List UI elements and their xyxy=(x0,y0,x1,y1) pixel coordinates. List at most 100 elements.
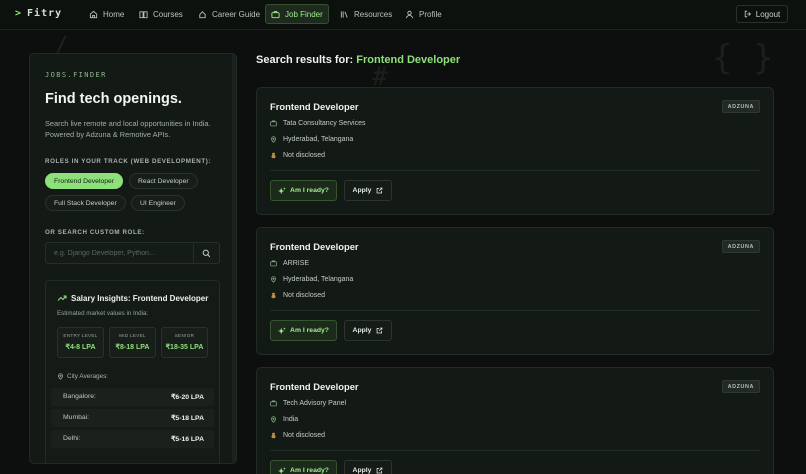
job-company-name: ARRISE xyxy=(283,260,310,267)
job-company: Tech Advisory Panel xyxy=(270,400,346,407)
am-i-ready-label: Am I ready? xyxy=(290,467,329,474)
role-chip-full-stack-developer[interactable]: Full Stack Developer xyxy=(45,195,126,211)
city-row-mumbai: Mumbai: ₹5-18 LPA xyxy=(51,409,214,427)
panel-heading: Find tech openings. xyxy=(45,91,182,107)
job-salary-text: Not disclosed xyxy=(283,432,326,439)
nav-job-finder-label: Job Finder xyxy=(285,9,323,19)
job-source-badge: ADZUNA xyxy=(721,380,760,393)
salary-level-entry: ENTRY LEVEL ₹4-8 LPA xyxy=(57,327,104,358)
book-icon xyxy=(139,10,148,18)
search-button[interactable] xyxy=(193,243,219,263)
job-salary: Not disclosed xyxy=(270,292,325,299)
apply-label: Apply xyxy=(352,467,372,474)
city-name: Delhi: xyxy=(63,435,81,442)
role-chip-frontend-developer[interactable]: Frontend Developer xyxy=(45,173,124,189)
panel-description: Search live remote and local opportuniti… xyxy=(45,119,211,139)
role-chip-react-developer[interactable]: React Developer xyxy=(129,173,198,189)
nav-career-guide-label: Career Guide xyxy=(212,9,261,19)
nav-courses-label: Courses xyxy=(153,9,183,19)
city-name: Bangalore: xyxy=(63,393,96,400)
card-divider xyxy=(270,310,760,311)
salary-level-senior: SENIOR ₹18-35 LPA xyxy=(161,327,208,358)
search-icon xyxy=(202,249,211,257)
building-icon xyxy=(270,120,277,127)
trending-up-icon xyxy=(57,295,67,301)
salary-insights-title-text: Salary Insights: Frontend Developer xyxy=(71,293,209,303)
home-icon xyxy=(89,10,98,18)
city-salary: ₹5-18 LPA xyxy=(171,415,204,422)
salary-level-value: ₹4-8 LPA xyxy=(65,344,96,351)
nav-job-finder[interactable]: Job Finder xyxy=(265,4,329,24)
panel-eyebrow: JOBS.FINDER xyxy=(45,71,107,79)
city-row-delhi: Delhi: ₹5-16 LPA xyxy=(51,430,214,448)
money-bag-icon xyxy=(271,292,276,299)
apply-button[interactable]: Apply xyxy=(344,180,392,201)
job-title: Frontend Developer xyxy=(270,101,359,112)
user-icon xyxy=(405,10,414,18)
apply-label: Apply xyxy=(352,327,372,334)
results-query: Frontend Developer xyxy=(356,54,461,66)
roles-label: ROLES IN YOUR TRACK (WEB DEVELOPMENT): xyxy=(45,158,212,165)
nav-home[interactable]: Home xyxy=(84,4,129,24)
custom-role-input[interactable] xyxy=(46,243,194,263)
results-heading: Search results for: Frontend Developer xyxy=(256,54,460,66)
city-row-bangalore: Bangalore: ₹6-20 LPA xyxy=(51,388,214,406)
job-card: Frontend Developer ADZUNA ARRISE Hyderab… xyxy=(256,227,774,355)
custom-role-label: OR SEARCH CUSTOM ROLE: xyxy=(45,229,145,236)
salary-level-label: SENIOR xyxy=(174,333,195,338)
apply-button[interactable]: Apply xyxy=(344,320,392,341)
salary-insights-card: Salary Insights: Frontend Developer Esti… xyxy=(45,280,220,463)
logout-button[interactable]: Logout xyxy=(736,5,788,23)
nav-courses[interactable]: Courses xyxy=(134,4,188,24)
nav-resources[interactable]: Resources xyxy=(335,4,397,24)
job-source-badge: ADZUNA xyxy=(721,240,760,253)
nav-career-guide[interactable]: Career Guide xyxy=(193,4,265,24)
results-prefix: Search results for: xyxy=(256,54,354,66)
job-location: Hyderabad, Telangana xyxy=(270,136,353,143)
panel-scrollbar[interactable] xyxy=(232,54,236,463)
nav-home-label: Home xyxy=(103,9,125,19)
role-chip-ui-engineer[interactable]: UI Engineer xyxy=(131,195,185,211)
city-averages-heading: City Averages: xyxy=(57,373,108,380)
nav-profile[interactable]: Profile xyxy=(400,4,447,24)
salary-level-value: ₹18-35 LPA xyxy=(165,344,204,351)
apply-button[interactable]: Apply xyxy=(344,460,392,474)
briefcase-icon xyxy=(271,10,280,18)
job-location-text: Hyderabad, Telangana xyxy=(283,136,354,143)
library-icon xyxy=(340,10,348,18)
salary-insights-subtitle: Estimated market values in India: xyxy=(57,310,149,317)
job-location-text: Hyderabad, Telangana xyxy=(283,276,354,283)
job-company-name: Tata Consultancy Services xyxy=(283,120,366,127)
logout-label: Logout xyxy=(755,9,781,19)
city-name: Mumbai: xyxy=(63,414,90,421)
apply-label: Apply xyxy=(352,187,372,194)
top-navbar: > Fitry Home Courses Career Guide Job Fin… xyxy=(0,0,806,30)
salary-insights-title: Salary Insights: Frontend Developer xyxy=(57,293,208,303)
job-salary-text: Not disclosed xyxy=(283,152,326,159)
job-company: ARRISE xyxy=(270,260,309,267)
job-card: Frontend Developer ADZUNA Tech Advisory … xyxy=(256,367,774,474)
app-logo[interactable]: > Fitry xyxy=(15,8,62,19)
sparkles-icon xyxy=(278,466,286,474)
job-company-name: Tech Advisory Panel xyxy=(283,400,347,407)
job-salary: Not disclosed xyxy=(270,432,325,439)
job-company: Tata Consultancy Services xyxy=(270,120,365,127)
sparkles-icon xyxy=(278,186,286,194)
am-i-ready-button[interactable]: Am I ready? xyxy=(270,460,337,474)
background-brace-decoration: { } xyxy=(712,38,774,78)
city-salary: ₹5-16 LPA xyxy=(171,436,204,443)
am-i-ready-button[interactable]: Am I ready? xyxy=(270,320,337,341)
salary-level-mid: MID LEVEL ₹8-18 LPA xyxy=(109,327,156,358)
salary-level-label: ENTRY LEVEL xyxy=(63,333,98,338)
job-location: Hyderabad, Telangana xyxy=(270,276,353,283)
map-pin-icon xyxy=(271,276,276,283)
external-link-icon xyxy=(377,327,383,334)
job-location-text: India xyxy=(283,416,299,423)
external-link-icon xyxy=(377,187,383,194)
job-title: Frontend Developer xyxy=(270,241,359,252)
building-icon xyxy=(270,400,277,407)
am-i-ready-button[interactable]: Am I ready? xyxy=(270,180,337,201)
am-i-ready-label: Am I ready? xyxy=(290,327,329,334)
job-location: India xyxy=(270,416,298,423)
card-divider xyxy=(270,450,760,451)
